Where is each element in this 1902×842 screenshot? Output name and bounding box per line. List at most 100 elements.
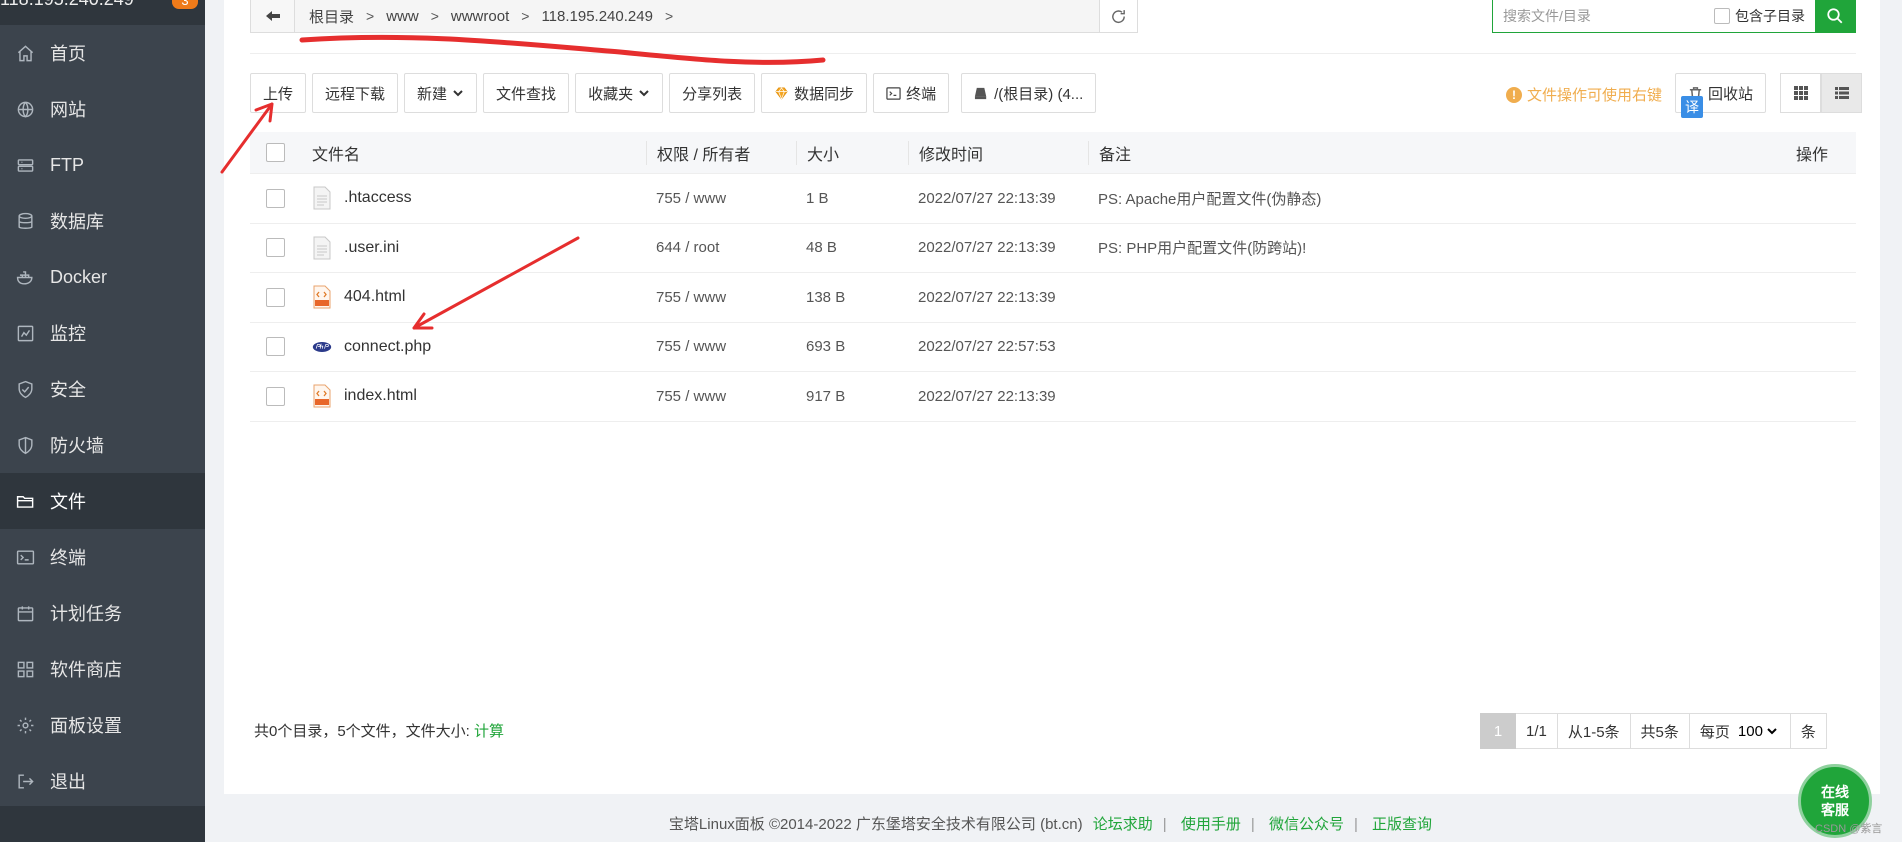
list-icon — [1834, 87, 1849, 99]
chevron-right-icon: > — [664, 8, 674, 24]
monitor-icon — [14, 322, 36, 344]
breadcrumb-root[interactable]: 根目录 — [303, 6, 360, 27]
chevron-right-icon: > — [430, 8, 439, 24]
table-row[interactable]: .htaccess 755 / www 1 B 2022/07/27 22:13… — [250, 174, 1856, 224]
terminal-button[interactable]: 终端 — [873, 73, 950, 113]
file-name[interactable]: .htaccess — [344, 189, 412, 207]
refresh-button[interactable] — [1099, 0, 1137, 32]
include-subdir-label: 包含子目录 — [1735, 8, 1805, 24]
sidebar-item-database[interactable]: 数据库 — [0, 193, 205, 249]
page-current[interactable]: 1 — [1480, 713, 1516, 749]
sidebar-item-home[interactable]: 首页 — [0, 25, 205, 81]
per-page-select[interactable]: 100 — [1733, 721, 1780, 741]
file-name[interactable]: index.html — [344, 387, 417, 405]
table-row[interactable]: connect.php 755 / www 693 B 2022/07/27 2… — [250, 322, 1856, 372]
file-name-cell: index.html — [312, 384, 646, 408]
breadcrumb-wwwroot[interactable]: wwwroot — [445, 8, 515, 25]
folder-icon — [14, 490, 36, 512]
footer-link-forum[interactable]: 论坛求助 — [1093, 816, 1153, 833]
row-checkbox[interactable] — [266, 238, 285, 258]
search-icon — [1827, 8, 1843, 24]
row-checkbox[interactable] — [266, 337, 285, 357]
file-size: 48 B — [806, 239, 837, 257]
logout-icon — [14, 770, 36, 792]
file-note[interactable]: PS: Apache用户配置文件(伪静态) — [1088, 188, 1756, 209]
remote-download-button[interactable]: 远程下载 — [312, 73, 399, 113]
sidebar-item-label: Docker — [50, 266, 108, 287]
file-search-button[interactable]: 文件查找 — [483, 73, 570, 113]
file-perm[interactable]: 644 / root — [646, 239, 796, 256]
row-select-cell — [250, 287, 312, 307]
sidebar-item-terminal[interactable]: 终端 — [0, 529, 205, 585]
upload-button[interactable]: 上传 — [250, 73, 307, 113]
ftp-icon — [14, 154, 36, 176]
footer-link-manual[interactable]: 使用手册 — [1181, 816, 1241, 833]
file-name[interactable]: 404.html — [344, 288, 405, 306]
breadcrumb-site[interactable]: 118.195.240.249 — [535, 8, 659, 25]
table-row[interactable]: index.html 755 / www 917 B 2022/07/27 22… — [250, 372, 1856, 422]
per-page-control: 每页 100 — [1689, 713, 1791, 749]
file-perm[interactable]: 755 / www — [646, 289, 796, 306]
breadcrumb-www[interactable]: www — [380, 8, 425, 25]
sidebar-item-files[interactable]: 文件 — [0, 473, 205, 529]
row-checkbox[interactable] — [266, 188, 285, 208]
select-all-checkbox[interactable] — [266, 143, 285, 162]
pagination: 1 1/1 从1-5条 共5条 每页 100 条 — [1480, 713, 1827, 749]
sidebar-item-docker[interactable]: Docker — [0, 249, 205, 305]
search-box: 包含子目录 — [1492, 0, 1856, 33]
data-sync-button[interactable]: 数据同步 — [761, 73, 868, 113]
data-sync-label: 数据同步 — [794, 85, 855, 103]
row-checkbox[interactable] — [266, 287, 285, 307]
sidebar-item-cron[interactable]: 计划任务 — [0, 585, 205, 641]
recycle-bin-label: 回收站 — [1708, 85, 1754, 103]
sidebar-item-security[interactable]: 安全 — [0, 361, 205, 417]
file-note[interactable]: PS: PHP用户配置文件(防跨站)! — [1088, 237, 1756, 258]
file-name[interactable]: connect.php — [344, 338, 431, 356]
footer-link-verify[interactable]: 正版查询 — [1372, 816, 1432, 833]
file-perm[interactable]: 755 / www — [646, 338, 796, 355]
include-subdir-checkbox[interactable]: 包含子目录 — [1714, 6, 1805, 26]
row-checkbox[interactable] — [266, 386, 285, 406]
header-size[interactable]: 大小 — [796, 140, 908, 165]
file-perm[interactable]: 755 / www — [646, 388, 796, 405]
shield-icon — [14, 378, 36, 400]
sidebar-item-store[interactable]: 软件商店 — [0, 641, 205, 697]
notification-badge[interactable]: 3 — [172, 0, 198, 9]
text-file-icon — [313, 186, 331, 210]
checkbox[interactable] — [1714, 8, 1730, 24]
online-service-line1: 在线 — [1821, 784, 1849, 800]
path-bar: 根目录 > www > wwwroot > 118.195.240.249 > — [250, 0, 1138, 33]
info-icon: ! — [1506, 86, 1522, 103]
search-button[interactable] — [1815, 0, 1855, 32]
back-button[interactable] — [251, 0, 295, 32]
sidebar-item-label: 安全 — [50, 380, 86, 400]
footer: 宝塔Linux面板 ©2014-2022 广东堡塔安全技术有限公司 (bt.cn… — [205, 808, 1902, 842]
sidebar-item-monitor[interactable]: 监控 — [0, 305, 205, 361]
header-name[interactable]: 文件名 — [312, 141, 646, 165]
chevron-down-icon — [453, 90, 463, 97]
sidebar-item-firewall[interactable]: 防火墙 — [0, 417, 205, 473]
sidebar-item-settings[interactable]: 面板设置 — [0, 697, 205, 753]
file-name-cell: .htaccess — [312, 186, 646, 210]
grid-view-button[interactable] — [1780, 73, 1821, 113]
favorites-button[interactable]: 收藏夹 — [575, 73, 664, 113]
list-view-button[interactable] — [1821, 73, 1862, 113]
file-size: 138 B — [806, 288, 846, 306]
table-row[interactable]: 404.html 755 / www 138 B 2022/07/27 22:1… — [250, 273, 1856, 323]
summary-text: 共0个目录，5个文件，文件大小: — [254, 723, 470, 740]
share-list-button[interactable]: 分享列表 — [669, 73, 756, 113]
sidebar-item-ftp[interactable]: FTP — [0, 137, 205, 193]
header-perm[interactable]: 权限 / 所有者 — [646, 140, 796, 165]
search-input[interactable] — [1493, 0, 1714, 32]
sidebar-item-logout[interactable]: 退出 — [0, 753, 205, 809]
table-row[interactable]: .user.ini 644 / root 48 B 2022/07/27 22:… — [250, 223, 1856, 273]
sidebar-item-website[interactable]: 网站 — [0, 81, 205, 137]
calculate-size-link[interactable]: 计算 — [474, 723, 504, 740]
disk-button[interactable]: /(根目录) (4... — [961, 73, 1097, 113]
file-perm[interactable]: 755 / www — [646, 190, 796, 207]
footer-link-wechat[interactable]: 微信公众号 — [1269, 816, 1344, 833]
header-mtime[interactable]: 修改时间 — [908, 140, 1088, 165]
translate-badge[interactable]: 译 — [1681, 96, 1703, 118]
file-name[interactable]: .user.ini — [344, 239, 399, 257]
new-button[interactable]: 新建 — [404, 73, 478, 113]
